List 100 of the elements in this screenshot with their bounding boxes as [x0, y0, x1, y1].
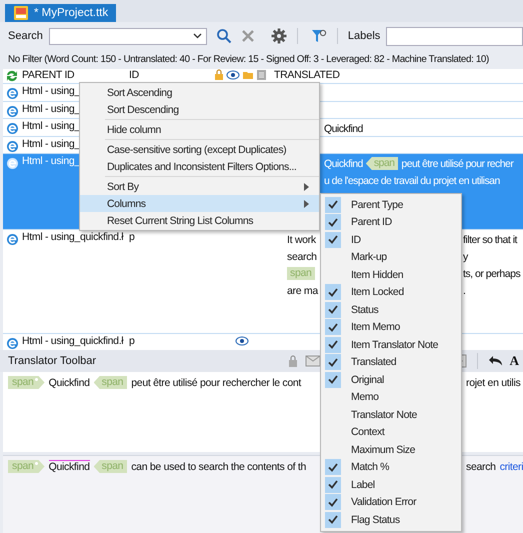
search-icon[interactable]: [216, 28, 232, 44]
menu-item[interactable]: Parent ID: [321, 214, 461, 231]
menu-item[interactable]: ID: [321, 231, 461, 248]
menu-item[interactable]: Translator Note: [321, 406, 461, 424]
menu-item[interactable]: Memo: [321, 388, 461, 406]
font-glyph[interactable]: A: [510, 353, 519, 369]
markup-tag: span: [366, 157, 398, 170]
menu-item[interactable]: Translated: [321, 354, 461, 371]
lock-icon[interactable]: [287, 354, 300, 368]
check-icon: [325, 319, 341, 336]
check-icon: [325, 336, 341, 353]
translated-text: It work: [287, 234, 316, 246]
menu-item[interactable]: Mark-up: [321, 248, 461, 266]
menu-item[interactable]: Label: [321, 476, 461, 494]
markup-tag: span: [94, 460, 128, 473]
source-text: can be used to search the contents of th: [131, 460, 306, 472]
check-icon: [325, 476, 341, 493]
column-header[interactable]: ID: [129, 69, 139, 81]
menu-item[interactable]: Sort By: [80, 178, 319, 195]
document-icon: [256, 69, 267, 81]
menu-item[interactable]: Item Hidden: [321, 266, 461, 284]
table-cell: Html - using_: [22, 155, 80, 167]
check-icon: [325, 214, 341, 230]
column-header[interactable]: PARENT ID: [22, 69, 74, 81]
translated-text: y: [463, 250, 468, 262]
panel-title: Translator Toolbar: [8, 355, 96, 367]
translated-text: ts, or perhaps: [463, 268, 520, 280]
menu-item[interactable]: Sort Ascending: [80, 84, 319, 101]
filter-icon[interactable]: [310, 28, 327, 44]
check-icon: [325, 284, 341, 300]
browser-icon: [6, 122, 18, 135]
document-tab[interactable]: * MyProject.ttk: [5, 4, 116, 22]
markup-tag: span: [287, 267, 315, 280]
browser-icon: [6, 157, 18, 170]
undo-icon[interactable]: [488, 355, 504, 367]
translated-text: are ma: [287, 284, 318, 296]
menu-item[interactable]: Columns: [80, 195, 319, 212]
labels-field[interactable]: [386, 26, 523, 46]
translated-text: .: [463, 284, 466, 296]
table-cell: p: [129, 231, 135, 243]
table-cell: Html - using_: [22, 102, 80, 114]
translated-text: Quickfind: [324, 122, 363, 134]
table-cell: Html - using_quickfind.ł: [22, 335, 124, 347]
source-text: Quickfind: [48, 460, 90, 473]
close-icon[interactable]: [240, 29, 255, 43]
menu-item[interactable]: Parent Type: [321, 196, 461, 214]
table-cell: Html - using_: [22, 120, 80, 132]
submenu-arrow-icon: [304, 200, 309, 208]
menu-item[interactable]: Case-sensitive sorting (except Duplicates): [80, 141, 319, 158]
menu-item[interactable]: Context: [321, 424, 461, 441]
sync-icon[interactable]: [5, 69, 19, 83]
browser-icon: [6, 87, 18, 100]
menu-item[interactable]: Item Locked: [321, 284, 461, 301]
column-header[interactable]: TRANSLATED: [274, 69, 340, 81]
settings-icon[interactable]: [270, 28, 287, 44]
editor-text: rojet en utilis: [466, 376, 520, 388]
menu-item[interactable]: Hide column: [80, 121, 319, 138]
menu-item[interactable]: Validation Error: [321, 494, 461, 511]
check-icon: [325, 196, 341, 213]
envelope-icon[interactable]: [305, 355, 322, 367]
check-icon: [325, 512, 341, 528]
editor-text: Quickfind: [48, 376, 90, 388]
submenu-arrow-icon: [304, 182, 309, 190]
menu-item[interactable]: Maximum Size: [321, 441, 461, 458]
check-icon: [325, 372, 341, 388]
menu-item[interactable]: Status: [321, 301, 461, 318]
filter-summary: No Filter (Word Count: 150 - Untranslated: 40 - For Review: 15 - Signed Off: 3 - Leveraged: 82 - Machine Translated: 10): [8, 54, 489, 64]
browser-icon: [6, 104, 18, 118]
check-icon: [325, 232, 341, 248]
source-text: search: [466, 460, 496, 472]
lock-icon: [214, 69, 224, 81]
check-icon: [325, 302, 341, 318]
check-icon: [325, 354, 341, 370]
search-label: Search: [8, 30, 43, 42]
table-cell: Html - using_quickfind.ł: [22, 231, 124, 243]
caret-icon[interactable]: [192, 33, 202, 39]
term-text: criteri: [500, 460, 523, 472]
search-field[interactable]: [48, 28, 207, 44]
translated-text: peut être utilisé pour recher: [401, 158, 514, 170]
markup-tag: span: [94, 376, 128, 389]
table-cell: Html - using_: [22, 138, 80, 150]
browser-icon: [6, 233, 18, 246]
menu-item[interactable]: Item Memo: [321, 318, 461, 336]
table-cell: Html - using_: [22, 85, 80, 97]
menu-item[interactable]: Duplicates and Inconsistent Filters Options...: [80, 158, 319, 175]
check-icon: [325, 459, 341, 476]
menu-item[interactable]: Sort Descending: [80, 101, 319, 118]
menu-item[interactable]: Match %: [321, 458, 461, 476]
translated-text: Quickfind: [324, 158, 363, 170]
check-icon: [325, 494, 341, 510]
menu-item[interactable]: Reset Current String List Columns: [80, 212, 319, 229]
browser-icon: [6, 140, 18, 152]
menu-item[interactable]: Original: [321, 371, 461, 388]
translated-text: u de l'espace de travail du projet en utilisan: [324, 174, 500, 186]
editor-text: peut être utilisé pour rechercher le cont: [131, 376, 302, 388]
translated-text: filter so that it: [463, 234, 517, 246]
translated-text: search: [287, 250, 317, 262]
labels-label: Labels: [348, 30, 380, 42]
menu-item[interactable]: Flag Status: [321, 511, 461, 528]
markup-tag: span: [8, 376, 45, 389]
